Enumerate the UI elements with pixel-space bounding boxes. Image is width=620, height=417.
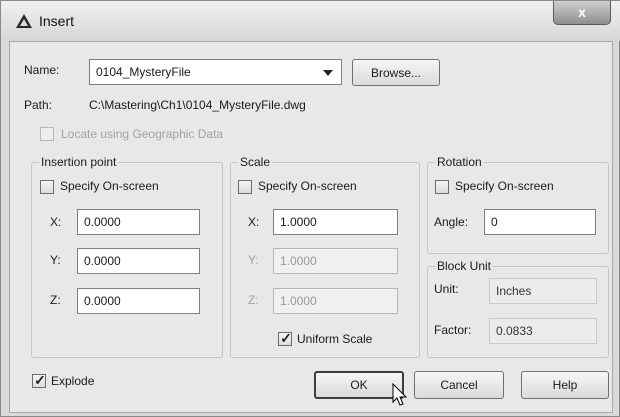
insertion-y-input[interactable]: 0.0000 [77, 248, 200, 274]
explode-label: Explode [51, 374, 95, 388]
explode-checkbox[interactable]: ✓ [32, 372, 46, 388]
insertion-specify-checkbox[interactable] [40, 180, 54, 194]
uniform-scale-checkbox[interactable]: ✓ [278, 330, 292, 346]
checkmark-icon: ✓ [280, 330, 292, 346]
scale-y-input[interactable]: 1.0000 [273, 248, 398, 274]
insertion-x-input[interactable]: 0.0000 [77, 209, 200, 235]
rotation-specify-label: Specify On-screen [455, 179, 554, 193]
path-label: Path: [24, 98, 53, 112]
insert-dialog: Insert x Name: 0104_MysteryFile Browse..… [0, 0, 620, 417]
scale-z-label: Z: [248, 293, 259, 307]
autocad-logo-icon [16, 14, 32, 28]
name-label: Name: [24, 63, 60, 77]
close-icon: x [578, 4, 586, 20]
uniform-scale-label: Uniform Scale [297, 332, 373, 346]
insertion-x-label: X: [50, 215, 62, 229]
factor-label: Factor: [434, 323, 472, 337]
unit-label: Unit: [434, 282, 459, 296]
name-value: 0104_MysteryFile [96, 65, 191, 79]
insertion-z-label: Z: [50, 293, 61, 307]
locate-geographic-label: Locate using Geographic Data [61, 127, 224, 141]
ok-button[interactable]: OK [314, 371, 404, 399]
scale-z-input[interactable]: 1.0000 [273, 288, 398, 314]
scale-x-label: X: [248, 215, 260, 229]
help-button[interactable]: Help [521, 371, 609, 399]
dropdown-arrow-icon[interactable] [323, 70, 333, 76]
scale-specify-label: Specify On-screen [258, 179, 357, 193]
rotation-title: Rotation [435, 155, 484, 169]
insertion-specify-label: Specify On-screen [60, 179, 159, 193]
cancel-button[interactable]: Cancel [414, 371, 504, 399]
locate-geographic-checkbox[interactable] [40, 127, 54, 141]
insertion-z-input[interactable]: 0.0000 [77, 288, 200, 314]
unit-value: Inches [489, 278, 597, 304]
scale-specify-checkbox[interactable] [238, 180, 252, 194]
insertion-point-title: Insertion point [39, 155, 119, 169]
window-title: Insert [39, 13, 75, 29]
path-value: C:\Mastering\Ch1\0104_MysteryFile.dwg [89, 98, 306, 112]
scale-title: Scale [238, 155, 273, 169]
dialog-body: Name: 0104_MysteryFile Browse... Path: C… [9, 41, 613, 413]
mouse-pointer-icon [392, 383, 408, 406]
close-button[interactable]: x [553, 1, 611, 25]
block-unit-title: Block Unit [435, 259, 494, 273]
factor-value: 0.0833 [489, 318, 597, 344]
rotation-specify-checkbox[interactable] [435, 180, 449, 194]
title-bar[interactable]: Insert x [1, 1, 620, 41]
checkmark-icon: ✓ [34, 372, 46, 388]
browse-button[interactable]: Browse... [352, 59, 440, 86]
scale-y-label: Y: [248, 253, 259, 267]
angle-label: Angle: [434, 215, 469, 229]
scale-x-input[interactable]: 1.0000 [273, 209, 398, 235]
angle-input[interactable]: 0 [484, 209, 596, 235]
name-combobox[interactable]: 0104_MysteryFile [89, 59, 342, 85]
rotation-group [427, 162, 609, 254]
insertion-y-label: Y: [50, 253, 61, 267]
